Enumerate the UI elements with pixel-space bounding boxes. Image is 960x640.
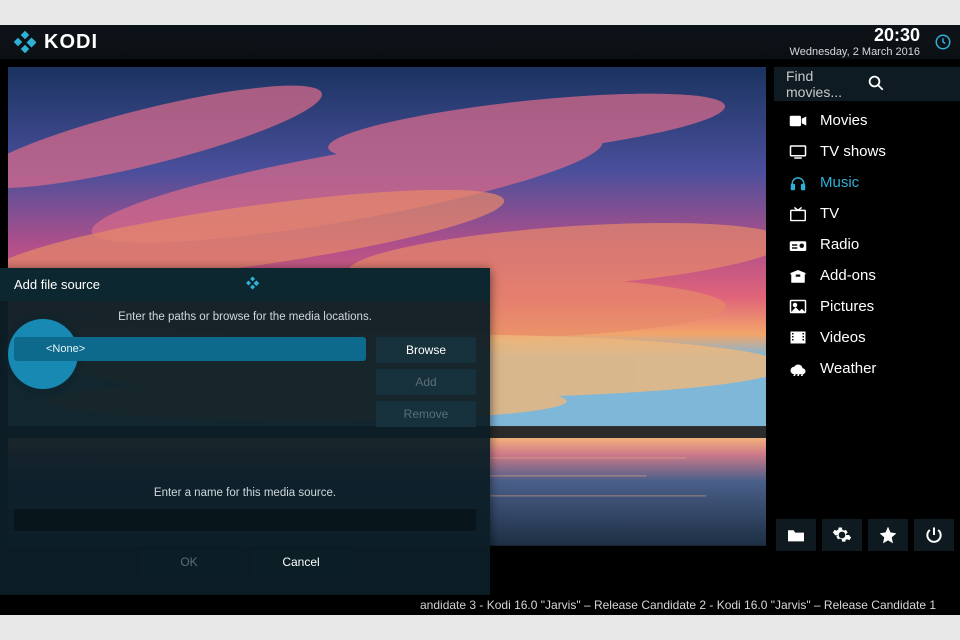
sidebar-item-label: Weather [820, 360, 876, 377]
sidebar: Find movies... Movies TV shows Music TV Radi… [774, 67, 960, 388]
path-item-selected[interactable]: <None> [14, 337, 366, 361]
news-ticker: andidate 3 - Kodi 16.0 "Jarvis" – Releas… [420, 595, 960, 615]
path-item-text: <None> [46, 343, 85, 355]
sidebar-item-tv[interactable]: TV [774, 198, 960, 229]
tv-screen-icon [788, 144, 808, 160]
sidebar-item-add-ons[interactable]: Add-ons [774, 260, 960, 291]
dialog-titlebar: Add file source [0, 268, 490, 301]
bottom-icon-bar [776, 519, 954, 551]
film-icon [788, 330, 808, 345]
radio-icon [788, 238, 808, 252]
clock: 20:30 Wednesday, 2 March 2016 [790, 26, 948, 58]
settings-button[interactable] [822, 519, 862, 551]
dialog-title: Add file source [14, 277, 245, 292]
sidebar-item-music[interactable]: Music [774, 167, 960, 198]
sidebar-item-label: Radio [820, 236, 859, 253]
clock-date: Wednesday, 2 March 2016 [790, 46, 920, 58]
clock-time: 20:30 [790, 26, 920, 46]
sidebar-item-pictures[interactable]: Pictures [774, 291, 960, 322]
sidebar-item-label: Movies [820, 112, 868, 129]
sidebar-item-label: Pictures [820, 298, 874, 315]
browse-button[interactable]: Browse [376, 337, 476, 363]
search-input[interactable]: Find movies... [774, 67, 960, 101]
add-path-button[interactable]: Add [376, 369, 476, 395]
brand-text: KODI [44, 31, 98, 54]
sidebar-item-videos[interactable]: Videos [774, 322, 960, 353]
folder-button[interactable] [776, 519, 816, 551]
video-camera-icon [788, 114, 808, 128]
sidebar-item-movies[interactable]: Movies [774, 105, 960, 136]
sidebar-item-label: Videos [820, 329, 866, 346]
search-placeholder: Find movies... [786, 68, 867, 100]
main-area: Find movies... Movies TV shows Music TV Radi… [0, 59, 960, 615]
cancel-button[interactable]: Cancel [252, 549, 350, 575]
sidebar-item-radio[interactable]: Radio [774, 229, 960, 260]
search-icon [867, 74, 948, 95]
header-bar: KODI 20:30 Wednesday, 2 March 2016 [0, 25, 960, 59]
ok-button[interactable]: OK [140, 549, 238, 575]
headphones-icon [788, 175, 808, 191]
sidebar-item-label: TV shows [820, 143, 886, 160]
sidebar-item-weather[interactable]: Weather [774, 353, 960, 384]
dialog-paths-hint: Enter the paths or browse for the media … [14, 311, 476, 323]
clock-icon [934, 33, 952, 56]
tv-live-icon [788, 206, 808, 222]
sidebar-item-tv-shows[interactable]: TV shows [774, 136, 960, 167]
sidebar-item-label: TV [820, 205, 839, 222]
image-icon [788, 299, 808, 314]
box-icon [788, 268, 808, 284]
dialog-name-hint: Enter a name for this media source. [14, 487, 476, 499]
favorites-button[interactable] [868, 519, 908, 551]
remove-path-button[interactable]: Remove [376, 401, 476, 427]
kodi-logo-icon [12, 30, 36, 54]
app-window: KODI 20:30 Wednesday, 2 March 2016 [0, 25, 960, 615]
add-file-source-dialog: Add file source Enter the paths or brows… [0, 268, 490, 595]
kodi-small-icon [245, 276, 476, 293]
main-menu: Movies TV shows Music TV Radio Add-ons Picture… [774, 101, 960, 388]
brand-wrap: KODI [12, 30, 98, 54]
cloud-icon [788, 362, 808, 376]
power-button[interactable] [914, 519, 954, 551]
sidebar-item-label: Add-ons [820, 267, 876, 284]
source-name-input[interactable] [14, 509, 476, 531]
path-list: <None> <None> [14, 337, 366, 427]
sidebar-item-label: Music [820, 174, 859, 191]
